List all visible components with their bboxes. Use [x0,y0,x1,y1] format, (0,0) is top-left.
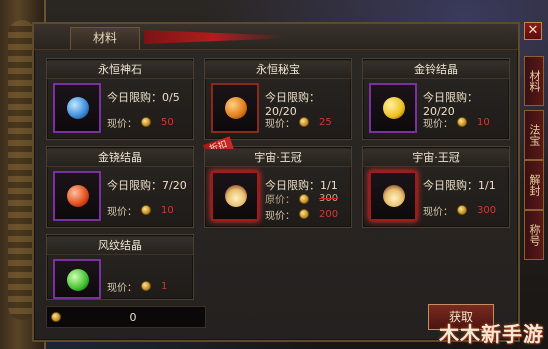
crown-icon [225,185,247,207]
coin-icon [457,205,467,215]
item-card[interactable]: 风纹结晶 现价： 1 [46,234,194,300]
coin-icon [299,209,309,219]
item-name: 永恒秘宝 [205,61,351,79]
price-label: 现价： [107,206,137,218]
coin-icon [457,117,467,127]
item-name: 永恒神石 [47,61,193,79]
purchase-limit: 今日限购：7/20 [107,179,187,192]
item-name: 金铃结晶 [363,61,509,79]
price-row: 现价： 200 [265,207,339,222]
item-card[interactable]: 永恒秘宝 今日限购：20/20 现价： 25 [204,58,352,140]
item-card[interactable]: 金铙结晶 今日限购：7/20 现价： 10 [46,146,194,228]
side-tab-treasure[interactable]: 法宝 [524,110,544,160]
title-bar: 材料 [34,24,518,50]
item-icon [53,83,101,133]
materials-panel: 材料 永恒神石 今日限购：0/5 现价： 50 永恒秘宝 今日限购：20/20 … [32,22,520,342]
item-name: 风纹结晶 [47,237,193,255]
coin-icon [299,117,309,127]
coin-icon [51,312,61,322]
side-tab-title[interactable]: 称号 [524,210,544,260]
item-card[interactable]: 永恒神石 今日限购：0/5 现价： 50 [46,58,194,140]
item-icon [53,259,101,299]
watermark-logo: 木木新手游 [439,322,544,346]
gold-bell-icon [383,97,405,119]
price-label: 现价： [107,282,137,294]
purchase-limit: 今日限购：0/5 [107,91,180,104]
item-card[interactable]: 宇宙·王冠 今日限购：1/1 现价： 300 [362,146,510,228]
price-row: 现价： 10 [423,115,490,130]
coin-icon [141,281,151,291]
price-value: 1 [161,280,168,292]
item-name: 宇宙·王冠 [363,149,509,167]
price-label: 现价： [265,210,295,222]
price-value: 25 [319,116,332,128]
price-label: 现价： [107,118,137,130]
coin-icon [299,193,309,204]
price-value: 50 [161,116,174,128]
item-name: 金铙结晶 [47,149,193,167]
original-price-row: 原价： 300 [265,191,338,206]
purchase-limit: 今日限购：1/1 [423,179,496,192]
side-tab-materials[interactable]: 材料 [524,56,544,106]
item-icon [53,171,101,221]
tab-materials[interactable]: 材料 [70,27,140,49]
gold-balance: 0 [46,306,206,328]
price-row: 现价： 10 [107,203,174,218]
item-icon [369,83,417,133]
blue-gem-icon [67,97,89,119]
item-icon [211,171,259,221]
price-label: 现价： [265,118,295,130]
orange-treasure-icon [225,97,247,119]
item-card[interactable]: 金铃结晶 今日限购：20/20 现价： 10 [362,58,510,140]
item-icon [211,83,259,133]
original-price-label: 原价： [265,195,295,206]
price-value: 10 [161,204,174,216]
item-card[interactable]: 折扣 宇宙·王冠 今日限购：1/1 原价： 300 现价： 200 [203,136,352,228]
price-value: 200 [319,208,339,220]
coin-icon [141,205,151,215]
crown-icon [383,185,405,207]
price-label: 现价： [423,206,453,218]
close-icon[interactable]: ✕ [524,22,542,40]
gold-amount: 0 [129,310,137,324]
green-crystal-icon [67,269,89,291]
item-name: 宇宙·王冠 [205,149,351,167]
coin-icon [141,117,151,127]
title-ribbon-decoration [144,30,284,44]
price-value: 300 [477,204,497,216]
item-icon [369,171,417,221]
price-label: 现价： [423,118,453,130]
price-row: 现价： 1 [107,279,168,294]
price-row: 现价： 50 [107,115,174,130]
price-row: 现价： 300 [423,203,497,218]
original-price-value: 300 [319,193,339,204]
price-value: 10 [477,116,490,128]
price-row: 现价： 25 [265,115,332,130]
red-crystal-icon [67,185,89,207]
side-tab-unseal[interactable]: 解封 [524,160,544,210]
